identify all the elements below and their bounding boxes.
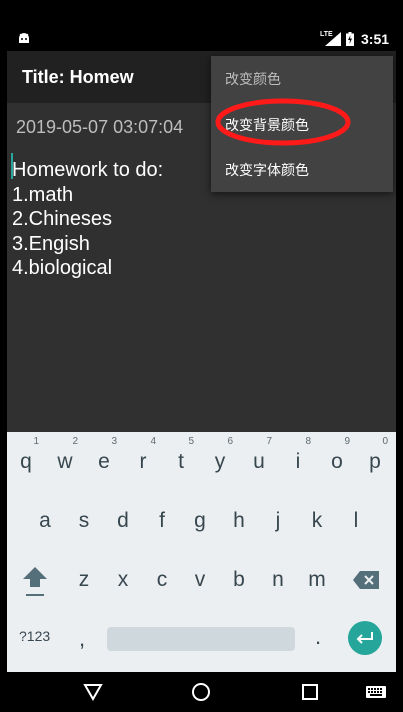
- key-b[interactable]: b: [220, 560, 258, 600]
- key-w[interactable]: w2: [46, 436, 84, 482]
- key-t[interactable]: t5: [162, 436, 200, 482]
- key-u[interactable]: u7: [240, 436, 278, 482]
- key-g[interactable]: g: [181, 501, 219, 541]
- key-e[interactable]: e3: [85, 436, 123, 482]
- note-line: 4.biological: [12, 257, 113, 279]
- key-j[interactable]: j: [259, 501, 297, 541]
- key-v[interactable]: v: [181, 560, 219, 600]
- navigation-bar: [7, 672, 396, 712]
- battery-icon: [346, 32, 354, 46]
- key-a[interactable]: a: [26, 501, 64, 541]
- key-z[interactable]: z: [65, 560, 103, 600]
- note-date: 2019-05-07 03:07:04: [16, 117, 184, 137]
- key-x[interactable]: x: [104, 560, 142, 600]
- enter-icon: [356, 632, 373, 644]
- spacebar[interactable]: [107, 627, 295, 651]
- clock: 3:51: [361, 31, 390, 47]
- key-f[interactable]: f: [143, 501, 181, 541]
- soft-keyboard: q1 w2 e3 r4 t5 y6 u7 i8 o9 p0 a s d f g …: [7, 432, 396, 672]
- symbols-key[interactable]: ?123: [19, 628, 50, 644]
- key-r[interactable]: r4: [124, 436, 162, 482]
- key-o[interactable]: o9: [318, 436, 356, 482]
- backspace-icon[interactable]: [353, 571, 379, 589]
- menu-header: 改变颜色: [225, 71, 281, 87]
- key-s[interactable]: s: [65, 501, 103, 541]
- home-icon[interactable]: [189, 680, 213, 704]
- note-line: 2.Chineses: [12, 208, 113, 230]
- key-h[interactable]: h: [220, 501, 258, 541]
- keyboard-switch-icon[interactable]: [364, 680, 388, 704]
- enter-key[interactable]: [348, 621, 382, 655]
- key-p[interactable]: p0: [356, 436, 394, 482]
- comma-key[interactable]: ,: [79, 626, 85, 652]
- note-body[interactable]: Homework to do: 1.math 2.Chineses 3.Engi…: [12, 158, 163, 281]
- note-line: Homework to do:: [12, 159, 164, 181]
- key-n[interactable]: n: [259, 560, 297, 600]
- status-bar: LTE 3:51: [7, 27, 396, 51]
- shift-icon[interactable]: [21, 564, 49, 600]
- signal-icon: [325, 32, 341, 46]
- highlight-annotation: [215, 98, 351, 146]
- key-y[interactable]: y6: [201, 436, 239, 482]
- android-debug-icon: [19, 33, 29, 43]
- key-i[interactable]: i8: [279, 436, 317, 482]
- note-line: 3.Engish: [12, 232, 90, 255]
- menu-item-change-font-color[interactable]: 改变字体颜色: [225, 160, 309, 180]
- recent-apps-icon[interactable]: [298, 680, 322, 704]
- note-line: 1.math: [12, 183, 74, 206]
- key-q[interactable]: q1: [7, 436, 45, 482]
- back-icon[interactable]: [81, 680, 105, 704]
- key-m[interactable]: m: [298, 560, 336, 600]
- page-title: Title: Homew: [22, 67, 134, 87]
- period-key[interactable]: .: [315, 624, 321, 650]
- key-c[interactable]: c: [143, 560, 181, 600]
- key-k[interactable]: k: [298, 501, 336, 541]
- key-d[interactable]: d: [104, 501, 142, 541]
- key-l[interactable]: l: [337, 501, 375, 541]
